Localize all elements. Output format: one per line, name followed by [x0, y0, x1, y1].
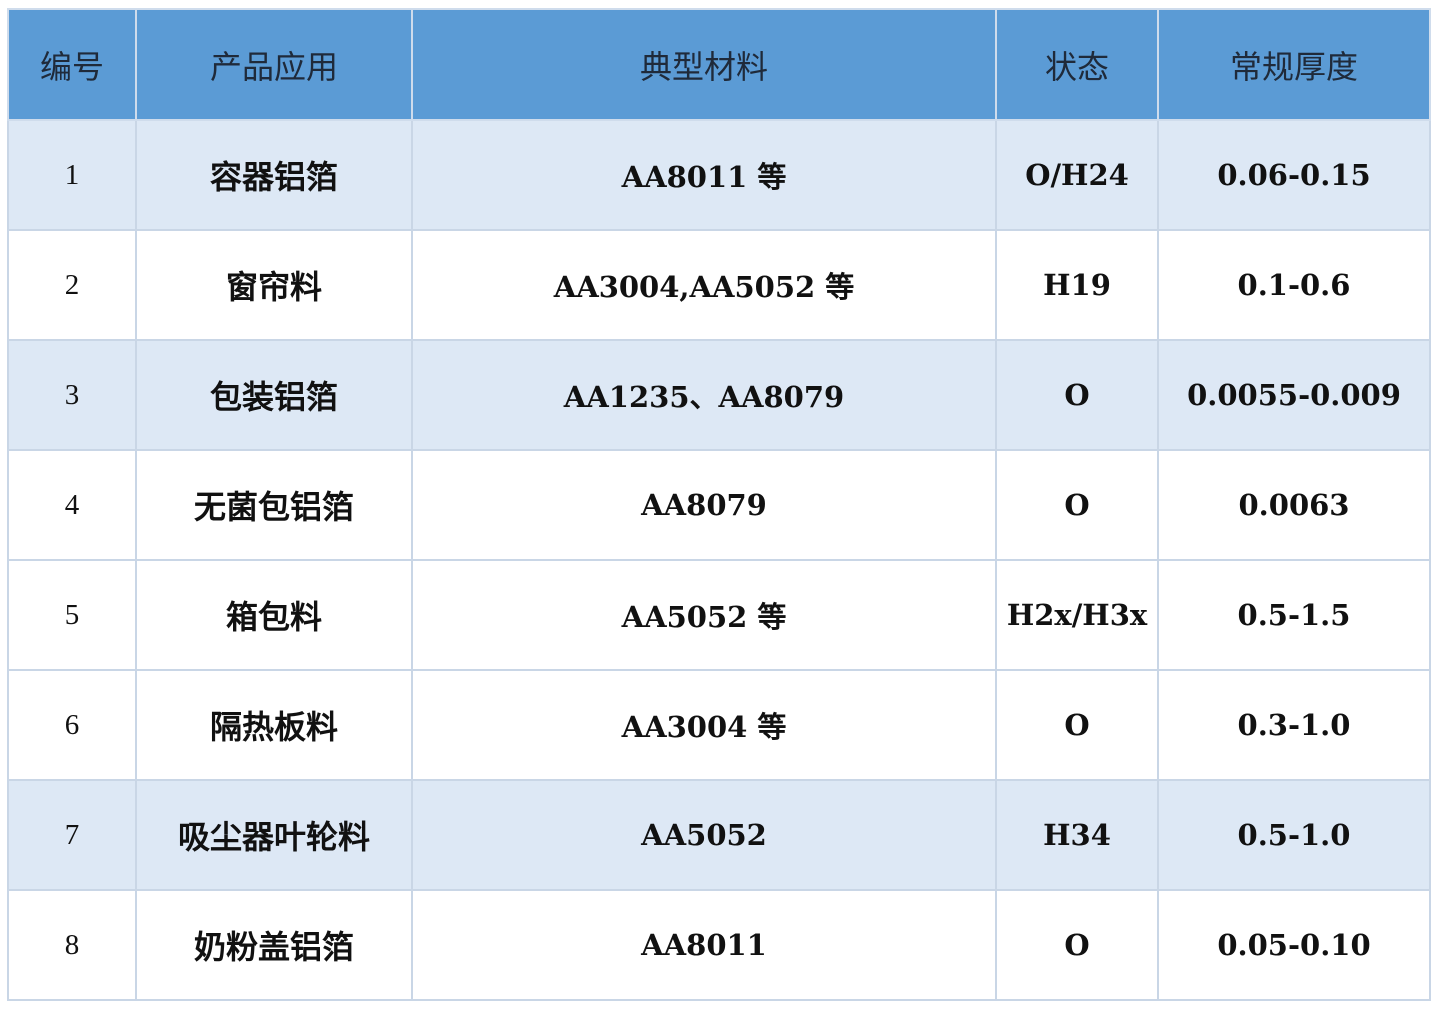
cell-temper: H2x/H3x — [995, 559, 1159, 671]
cell-thickness: 0.05-0.10 — [1157, 889, 1431, 1001]
cell-material: AA8011 等 — [411, 119, 997, 231]
cell-material: AA8079 — [411, 449, 997, 561]
cell-material: AA3004,AA5052 等 — [411, 229, 997, 341]
cell-application: 窗帘料 — [135, 229, 413, 341]
cell-temper: O — [995, 339, 1159, 451]
header-number: 编号 — [7, 8, 137, 121]
cell-number: 6 — [7, 669, 137, 781]
cell-thickness: 0.1-0.6 — [1157, 229, 1431, 341]
cell-number: 1 — [7, 119, 137, 231]
cell-number: 3 — [7, 339, 137, 451]
table-row: 8 奶粉盖铝箔 AA8011 O 0.05-0.10 — [7, 889, 1431, 1001]
cell-number: 5 — [7, 559, 137, 671]
cell-temper: O — [995, 669, 1159, 781]
cell-temper: O/H24 — [995, 119, 1159, 231]
cell-temper: O — [995, 889, 1159, 1001]
cell-number: 2 — [7, 229, 137, 341]
cell-number: 4 — [7, 449, 137, 561]
cell-application: 吸尘器叶轮料 — [135, 779, 413, 891]
cell-temper: H34 — [995, 779, 1159, 891]
cell-number: 8 — [7, 889, 137, 1001]
header-row: 编号 产品应用 典型材料 状态 常规厚度 — [7, 8, 1431, 121]
cell-application: 包装铝箔 — [135, 339, 413, 451]
cell-material: AA5052 等 — [411, 559, 997, 671]
header-thickness: 常规厚度 — [1157, 8, 1431, 121]
cell-temper: O — [995, 449, 1159, 561]
header-temper: 状态 — [995, 8, 1159, 121]
cell-thickness: 0.0055-0.009 — [1157, 339, 1431, 451]
cell-application: 容器铝箔 — [135, 119, 413, 231]
cell-thickness: 0.0063 — [1157, 449, 1431, 561]
table-body: 1 容器铝箔 AA8011 等 O/H24 0.06-0.15 2 窗帘料 AA3004,AA… — [7, 119, 1431, 1001]
cell-material: AA5052 — [411, 779, 997, 891]
cell-thickness: 0.5-1.0 — [1157, 779, 1431, 891]
cell-temper: H19 — [995, 229, 1159, 341]
table-row: 7 吸尘器叶轮料 AA5052 H34 0.5-1.0 — [7, 779, 1431, 891]
cell-thickness: 0.3-1.0 — [1157, 669, 1431, 781]
cell-thickness: 0.06-0.15 — [1157, 119, 1431, 231]
cell-application: 奶粉盖铝箔 — [135, 889, 413, 1001]
header-application: 产品应用 — [135, 8, 413, 121]
table-row: 3 包装铝箔 AA1235、AA8079 O 0.0055-0.009 — [7, 339, 1431, 451]
table-row: 4 无菌包铝箔 AA8079 O 0.0063 — [7, 449, 1431, 561]
header-material: 典型材料 — [411, 8, 997, 121]
cell-number: 7 — [7, 779, 137, 891]
cell-material: AA1235、AA8079 — [411, 339, 997, 451]
cell-thickness: 0.5-1.5 — [1157, 559, 1431, 671]
cell-application: 隔热板料 — [135, 669, 413, 781]
cell-application: 无菌包铝箔 — [135, 449, 413, 561]
table-row: 6 隔热板料 AA3004 等 O 0.3-1.0 — [7, 669, 1431, 781]
cell-material: AA8011 — [411, 889, 997, 1001]
cell-material: AA3004 等 — [411, 669, 997, 781]
aluminum-foil-spec-table: 编号 产品应用 典型材料 状态 常规厚度 1 容器铝箔 AA8011 等 O/H24 0… — [7, 8, 1431, 1001]
table-row: 5 箱包料 AA5052 等 H2x/H3x 0.5-1.5 — [7, 559, 1431, 671]
cell-application: 箱包料 — [135, 559, 413, 671]
table-row: 1 容器铝箔 AA8011 等 O/H24 0.06-0.15 — [7, 119, 1431, 231]
table-header: 编号 产品应用 典型材料 状态 常规厚度 — [7, 8, 1431, 121]
table-row: 2 窗帘料 AA3004,AA5052 等 H19 0.1-0.6 — [7, 229, 1431, 341]
